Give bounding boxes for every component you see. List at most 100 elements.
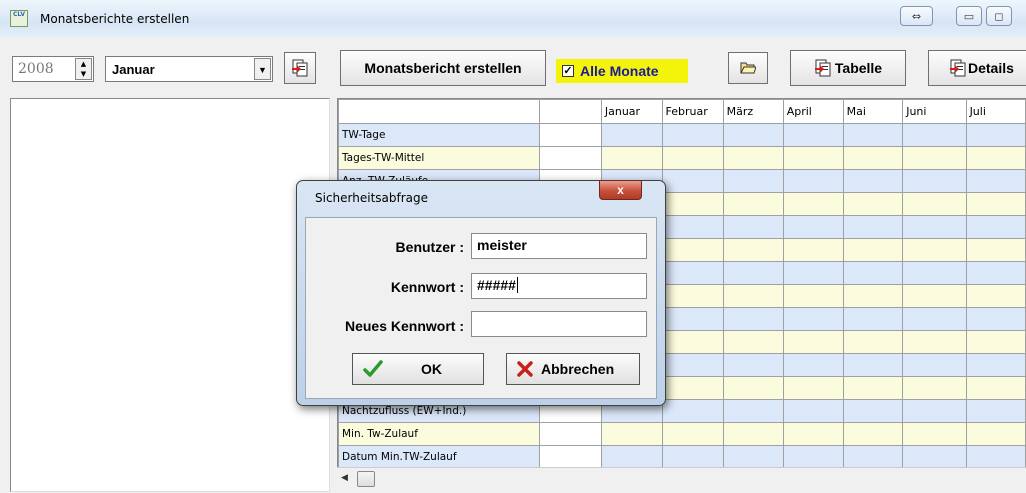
- table-cell[interactable]: [902, 445, 967, 467]
- table-cell[interactable]: [661, 307, 724, 331]
- table-row[interactable]: Tages-TW-Mittel: [338, 146, 1026, 170]
- table-row[interactable]: TW-Tage: [338, 123, 1026, 147]
- table-button[interactable]: Tabelle: [790, 50, 906, 86]
- table-cell[interactable]: [661, 353, 724, 377]
- cancel-button[interactable]: Abbrechen: [506, 353, 640, 385]
- column-header[interactable]: Juli: [965, 99, 1026, 124]
- table-cell[interactable]: [782, 169, 844, 193]
- table-cell[interactable]: [842, 330, 904, 354]
- table-cell[interactable]: [722, 353, 784, 377]
- table-cell[interactable]: [842, 146, 904, 170]
- table-cell[interactable]: [782, 376, 844, 400]
- table-cell[interactable]: [661, 123, 724, 147]
- table-cell[interactable]: [661, 445, 724, 467]
- table-cell[interactable]: [842, 123, 904, 147]
- table-cell[interactable]: [965, 307, 1026, 331]
- table-cell[interactable]: [722, 123, 784, 147]
- table-cell[interactable]: [661, 399, 724, 423]
- table-cell[interactable]: [722, 307, 784, 331]
- column-header[interactable]: [538, 99, 602, 124]
- table-cell[interactable]: [842, 422, 904, 446]
- table-cell[interactable]: [965, 192, 1026, 216]
- table-cell[interactable]: [722, 192, 784, 216]
- table-cell[interactable]: [965, 123, 1026, 147]
- table-cell[interactable]: [661, 261, 724, 285]
- table-cell[interactable]: [722, 422, 784, 446]
- year-spinner[interactable]: 2008 ▲ ▼: [12, 56, 94, 82]
- table-cell[interactable]: [965, 169, 1026, 193]
- scroll-left-icon[interactable]: ◀: [341, 472, 348, 483]
- table-cell[interactable]: [842, 192, 904, 216]
- column-header[interactable]: April: [782, 99, 844, 124]
- table-cell[interactable]: [842, 399, 904, 423]
- table-cell[interactable]: [965, 445, 1026, 467]
- report-list-panel[interactable]: [10, 98, 330, 492]
- table-cell[interactable]: [661, 238, 724, 262]
- table-cell[interactable]: [722, 284, 784, 308]
- table-cell[interactable]: [902, 284, 967, 308]
- column-header[interactable]: Juni: [902, 99, 967, 124]
- horizontal-scrollbar[interactable]: ◀: [337, 467, 1026, 489]
- table-cell[interactable]: [722, 238, 784, 262]
- table-cell[interactable]: [661, 330, 724, 354]
- new-password-field[interactable]: [471, 311, 647, 337]
- column-header[interactable]: [338, 99, 540, 124]
- table-cell[interactable]: [782, 146, 844, 170]
- table-cell[interactable]: [902, 238, 967, 262]
- table-cell[interactable]: [782, 215, 844, 239]
- table-cell[interactable]: [538, 146, 602, 170]
- table-cell[interactable]: [782, 307, 844, 331]
- table-cell[interactable]: [722, 146, 784, 170]
- table-cell[interactable]: [538, 445, 602, 467]
- table-cell[interactable]: [538, 422, 602, 446]
- table-cell[interactable]: [782, 399, 844, 423]
- table-cell[interactable]: [782, 238, 844, 262]
- table-cell[interactable]: [902, 261, 967, 285]
- table-cell[interactable]: [842, 353, 904, 377]
- table-row[interactable]: Datum Min.TW-Zulauf: [338, 445, 1026, 467]
- table-cell[interactable]: [842, 284, 904, 308]
- table-cell[interactable]: [661, 284, 724, 308]
- table-cell[interactable]: [842, 215, 904, 239]
- table-cell[interactable]: [965, 353, 1026, 377]
- open-folder-button[interactable]: [728, 52, 768, 84]
- table-cell[interactable]: [782, 353, 844, 377]
- table-cell[interactable]: [722, 399, 784, 423]
- close-icon[interactable]: x: [599, 180, 642, 200]
- table-cell[interactable]: [902, 146, 967, 170]
- table-cell[interactable]: [661, 169, 724, 193]
- all-months-checkbox[interactable]: ✓ Alle Monate: [556, 59, 688, 83]
- table-cell[interactable]: [842, 238, 904, 262]
- table-cell[interactable]: [782, 284, 844, 308]
- table-cell[interactable]: [902, 330, 967, 354]
- user-field[interactable]: meister: [471, 233, 647, 259]
- scrollbar-thumb[interactable]: [357, 471, 375, 487]
- table-cell[interactable]: [782, 123, 844, 147]
- table-cell[interactable]: [965, 238, 1026, 262]
- table-cell[interactable]: [902, 123, 967, 147]
- table-cell[interactable]: [722, 169, 784, 193]
- resize-icon[interactable]: ⇔: [900, 6, 933, 26]
- table-cell[interactable]: [722, 376, 784, 400]
- table-cell[interactable]: [722, 261, 784, 285]
- table-cell[interactable]: [782, 261, 844, 285]
- table-cell[interactable]: [965, 422, 1026, 446]
- table-cell[interactable]: [600, 445, 663, 467]
- maximize-icon[interactable]: ◻: [986, 6, 1012, 26]
- table-cell[interactable]: [965, 261, 1026, 285]
- table-cell[interactable]: [965, 146, 1026, 170]
- create-report-button[interactable]: Monatsbericht erstellen: [340, 50, 546, 86]
- table-cell[interactable]: [965, 399, 1026, 423]
- table-cell[interactable]: [902, 353, 967, 377]
- chevron-down-icon[interactable]: ▼: [254, 58, 271, 80]
- minimize-icon[interactable]: ▭: [956, 6, 982, 26]
- table-cell[interactable]: [965, 376, 1026, 400]
- table-cell[interactable]: [965, 330, 1026, 354]
- table-cell[interactable]: [902, 399, 967, 423]
- column-header[interactable]: Februar: [661, 99, 724, 124]
- table-cell[interactable]: [902, 422, 967, 446]
- table-row[interactable]: Min. Tw-Zulauf: [338, 422, 1026, 446]
- table-cell[interactable]: [600, 146, 663, 170]
- table-cell[interactable]: [782, 445, 844, 467]
- spin-arrows-icon[interactable]: ▲ ▼: [75, 58, 92, 80]
